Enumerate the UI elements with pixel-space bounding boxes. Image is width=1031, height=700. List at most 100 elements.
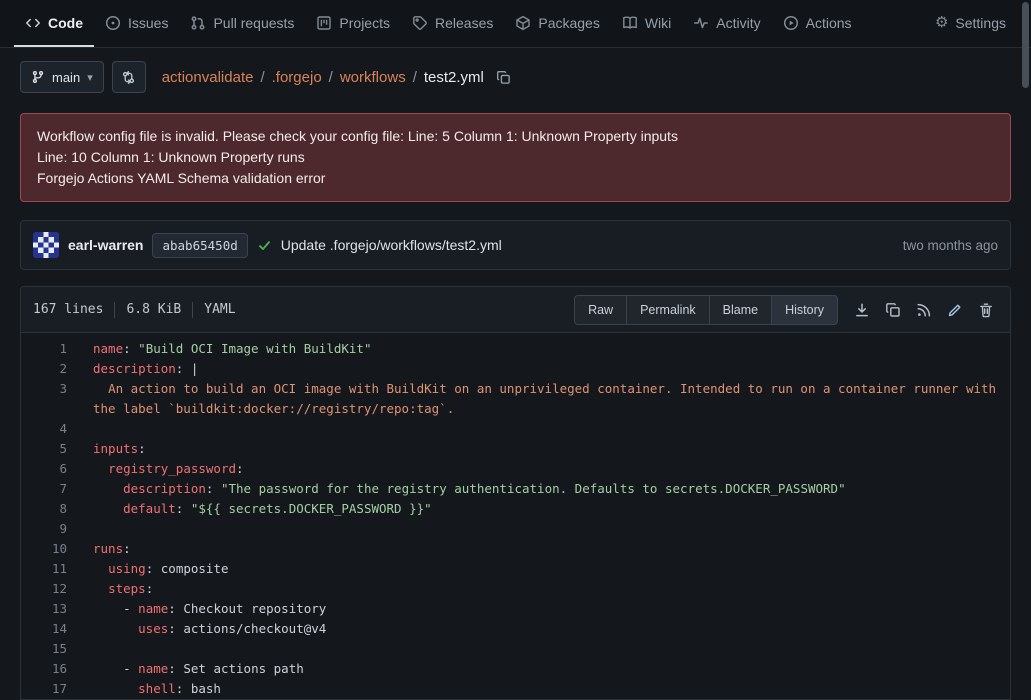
commit-message[interactable]: Update .forgejo/workflows/test2.yml: [281, 237, 502, 253]
file-info: 167 lines 6.8 KiB YAML: [33, 302, 236, 318]
code-line: registry_password:: [77, 459, 1010, 479]
code-row: 11 using: composite: [21, 559, 1010, 579]
nav-tab-label: Issues: [128, 15, 168, 31]
line-number[interactable]: 13: [21, 599, 77, 619]
compare-button[interactable]: [112, 61, 146, 93]
code-line: using: composite: [77, 559, 1010, 579]
edit-pencil-icon[interactable]: [947, 302, 963, 318]
nav-tab-code[interactable]: Code: [14, 0, 94, 47]
code-view: 1name: "Build OCI Image with BuildKit"2d…: [21, 333, 1010, 699]
avatar[interactable]: [33, 232, 59, 258]
code-line: steps:: [77, 579, 1010, 599]
nav-tab-releases[interactable]: Releases: [401, 0, 504, 47]
breadcrumb-repo-link[interactable]: actionvalidate: [162, 69, 254, 86]
code-line: - name: Checkout repository: [77, 599, 1010, 619]
code-line: inputs:: [77, 439, 1010, 459]
code-row: 15: [21, 639, 1010, 659]
repo-file-header: main ▾ actionvalidate / .forgejo / workf…: [0, 48, 1031, 103]
rss-icon[interactable]: [916, 302, 932, 318]
line-number[interactable]: 16: [21, 659, 77, 679]
nav-tab-wiki[interactable]: Wiki: [611, 0, 682, 47]
code-line: runs:: [77, 539, 1010, 559]
line-number[interactable]: 8: [21, 499, 77, 519]
nav-tab-label: Code: [48, 15, 83, 31]
code-row: 12 steps:: [21, 579, 1010, 599]
line-number[interactable]: 12: [21, 579, 77, 599]
tag-icon: [412, 15, 428, 31]
play-circle-icon: [783, 15, 799, 31]
projects-icon: [316, 15, 332, 31]
history-button[interactable]: History: [771, 295, 838, 325]
code-line: [77, 419, 1010, 439]
error-line: Line: 10 Column 1: Unknown Property runs: [37, 147, 994, 168]
code-row: 8 default: "${{ secrets.DOCKER_PASSWORD …: [21, 499, 1010, 519]
book-icon: [622, 15, 638, 31]
commit-sha-button[interactable]: abab65450d: [152, 233, 247, 258]
code-row: 7 description: "The password for the reg…: [21, 479, 1010, 499]
code-row: 4: [21, 419, 1010, 439]
nav-tab-issues[interactable]: Issues: [94, 0, 179, 47]
line-number[interactable]: 17: [21, 679, 77, 699]
code-row: 1name: "Build OCI Image with BuildKit": [21, 339, 1010, 359]
permalink-button[interactable]: Permalink: [626, 295, 710, 325]
line-number[interactable]: 2: [21, 359, 77, 379]
nav-tab-label: Settings: [955, 15, 1006, 31]
branch-selector[interactable]: main ▾: [20, 61, 104, 93]
nav-tab-actions[interactable]: Actions: [772, 0, 863, 47]
line-number[interactable]: 7: [21, 479, 77, 499]
line-number[interactable]: 9: [21, 519, 77, 539]
breadcrumb: actionvalidate / .forgejo / workflows / …: [162, 69, 511, 86]
code-line: shell: bash: [77, 679, 1010, 699]
breadcrumb-separator: /: [329, 69, 333, 86]
divider: [192, 302, 193, 318]
code-row: 14 uses: actions/checkout@v4: [21, 619, 1010, 639]
line-number[interactable]: 3: [21, 379, 77, 419]
line-number[interactable]: 1: [21, 339, 77, 359]
gear-icon: ⚙: [935, 15, 948, 30]
code-line: description: |: [77, 359, 1010, 379]
nav-tab-activity[interactable]: Activity: [682, 0, 771, 47]
code-row: 16 - name: Set actions path: [21, 659, 1010, 679]
git-compare-icon: [121, 70, 136, 85]
nav-tab-label: Pull requests: [213, 15, 294, 31]
commit-status-check-icon[interactable]: [257, 238, 272, 253]
nav-tab-packages[interactable]: Packages: [504, 0, 610, 47]
download-icon[interactable]: [854, 302, 870, 318]
pulse-icon: [693, 15, 709, 31]
line-number[interactable]: 15: [21, 639, 77, 659]
line-number[interactable]: 5: [21, 439, 77, 459]
copy-path-icon[interactable]: [496, 70, 511, 85]
delete-trash-icon[interactable]: [978, 302, 994, 318]
code-icon: [25, 15, 41, 31]
error-line: Workflow config file is invalid. Please …: [37, 126, 994, 147]
file-view: 167 lines 6.8 KiB YAML Raw Permalink Bla…: [20, 286, 1011, 700]
scrollbar-thumb[interactable]: [1022, 2, 1029, 88]
line-number[interactable]: 11: [21, 559, 77, 579]
nav-tab-label: Projects: [339, 15, 390, 31]
line-number[interactable]: 14: [21, 619, 77, 639]
line-number[interactable]: 6: [21, 459, 77, 479]
code-row: 2description: |: [21, 359, 1010, 379]
file-view-buttons: Raw Permalink Blame History: [574, 295, 838, 325]
nav-tab-projects[interactable]: Projects: [305, 0, 401, 47]
file-view-header: 167 lines 6.8 KiB YAML Raw Permalink Bla…: [21, 287, 1010, 333]
code-row: 17 shell: bash: [21, 679, 1010, 699]
nav-tab-pull-requests[interactable]: Pull requests: [179, 0, 305, 47]
copy-content-icon[interactable]: [885, 302, 901, 318]
divider: [114, 302, 115, 318]
nav-tab-settings[interactable]: ⚙ Settings: [924, 0, 1017, 47]
nav-tab-label: Packages: [538, 15, 599, 31]
line-number[interactable]: 4: [21, 419, 77, 439]
code-row: 10runs:: [21, 539, 1010, 559]
code-line: An action to build an OCI image with Bui…: [77, 379, 1010, 419]
line-number[interactable]: 10: [21, 539, 77, 559]
breadcrumb-dir-link[interactable]: workflows: [340, 69, 406, 86]
raw-button[interactable]: Raw: [574, 295, 627, 325]
blame-button[interactable]: Blame: [709, 295, 772, 325]
commit-author[interactable]: earl-warren: [68, 237, 143, 253]
breadcrumb-dir-link[interactable]: .forgejo: [272, 69, 322, 86]
branch-name: main: [52, 70, 80, 85]
issue-icon: [105, 15, 121, 31]
code-line: description: "The password for the regis…: [77, 479, 1010, 499]
file-line-count: 167 lines: [33, 302, 103, 317]
